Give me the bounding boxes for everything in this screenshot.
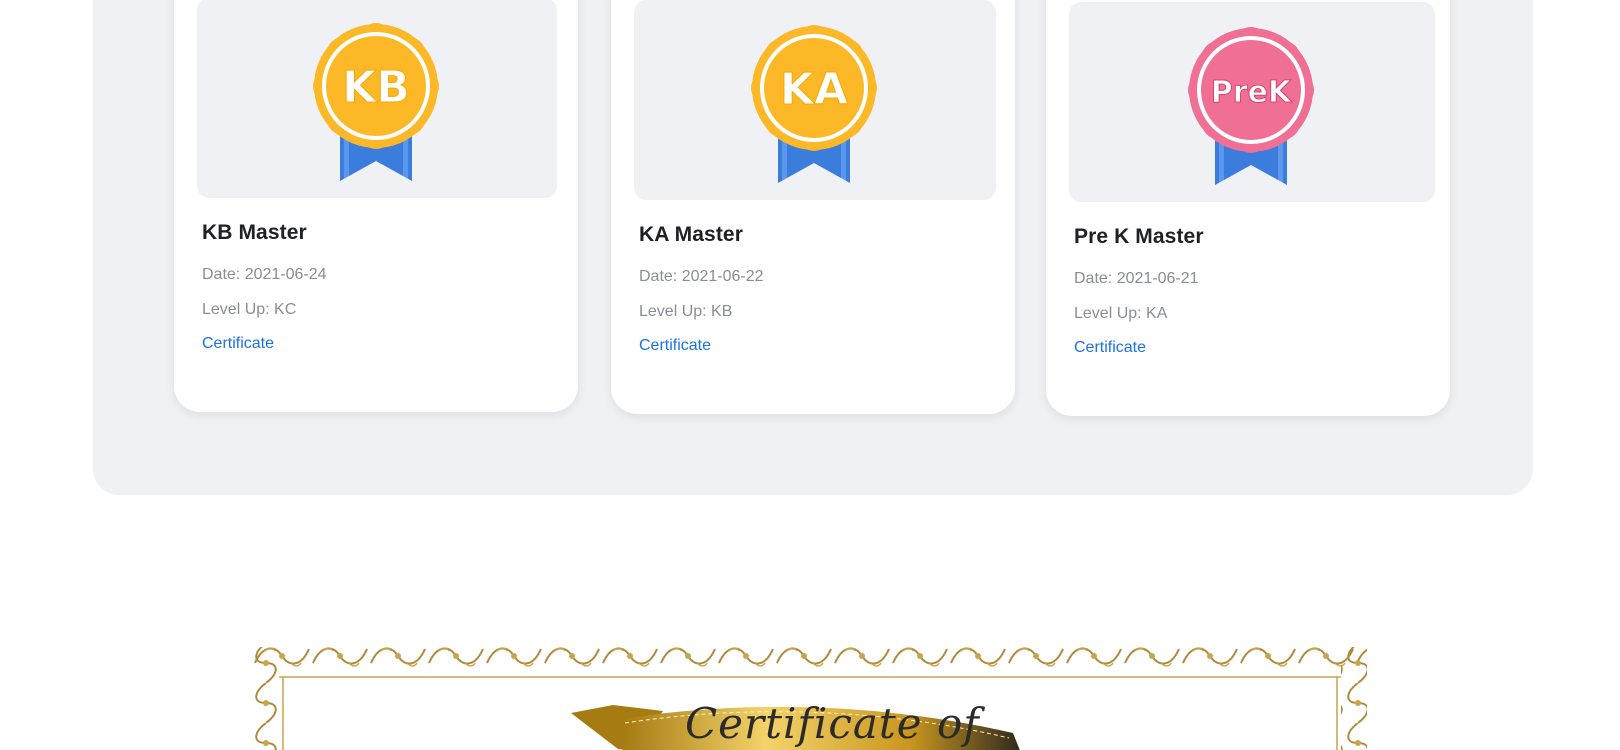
certificate-heading: Certificate of xyxy=(685,699,980,748)
achievement-date: Date: 2021-06-24 xyxy=(202,266,327,283)
certificate-link[interactable]: Certificate xyxy=(1074,339,1146,357)
certificate-link[interactable]: Certificate xyxy=(639,337,711,355)
page-viewport: KB KB Master Date: 2021-06-24 Level Up: … xyxy=(0,0,1620,750)
achievement-card-ka: KA KA Master Date: 2021-06-22 Level Up: … xyxy=(611,0,1015,414)
badge-thumbnail: KB xyxy=(197,0,557,198)
achievement-card-prek: PreK Pre K Master Date: 2021-06-21 Level… xyxy=(1046,0,1450,416)
badge-label: KA xyxy=(780,64,848,115)
level-up-text: Level Up: KC xyxy=(202,301,297,318)
achievement-card-kb: KB KB Master Date: 2021-06-24 Level Up: … xyxy=(174,0,578,412)
achievement-date: Date: 2021-06-22 xyxy=(639,268,764,285)
achievement-date: Date: 2021-06-21 xyxy=(1074,270,1199,287)
prek-badge-icon: PreK xyxy=(1188,27,1314,185)
certificate-preview: Certificate of xyxy=(253,643,1367,750)
card-title: KB Master xyxy=(202,221,307,244)
kb-badge-icon: KB xyxy=(313,23,439,181)
ka-badge-icon: KA xyxy=(751,25,877,183)
badge-thumbnail: PreK xyxy=(1069,2,1435,202)
level-up-text: Level Up: KA xyxy=(1074,305,1168,322)
badge-thumbnail: KA xyxy=(634,0,996,200)
card-title: KA Master xyxy=(639,223,743,246)
card-title: Pre K Master xyxy=(1074,225,1204,248)
level-up-text: Level Up: KB xyxy=(639,303,733,320)
badge-label: PreK xyxy=(1211,75,1293,110)
badge-label: KB xyxy=(342,62,410,113)
certificate-link[interactable]: Certificate xyxy=(202,335,274,353)
